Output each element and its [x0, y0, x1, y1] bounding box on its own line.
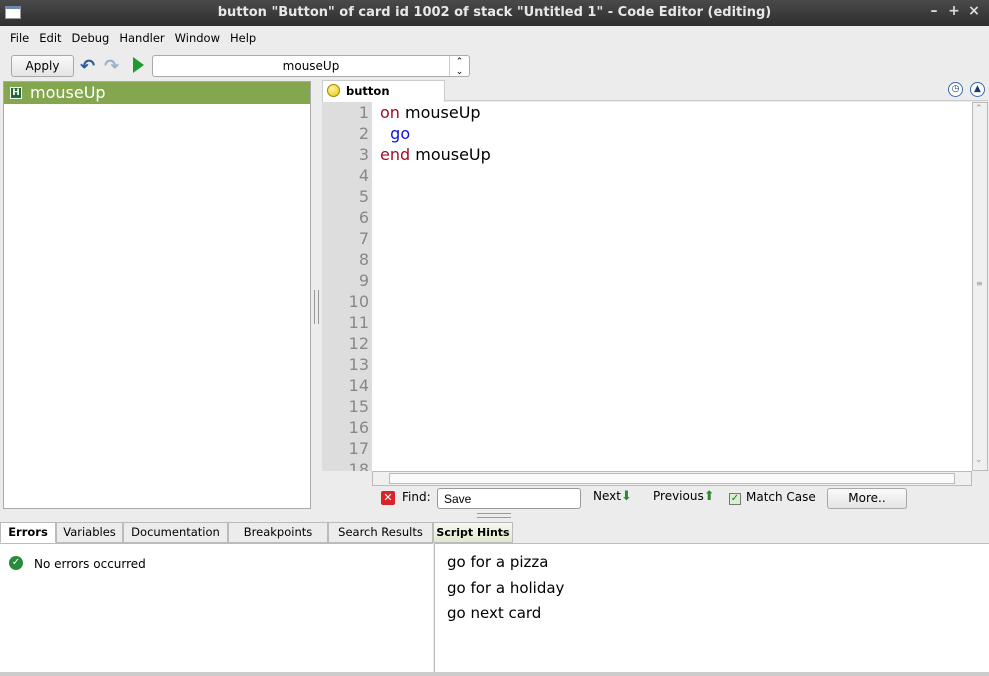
line-number: 8	[358, 250, 369, 269]
keyword-token: end	[380, 145, 411, 164]
code-line[interactable]: go	[380, 123, 972, 144]
menu-window[interactable]: Window	[170, 28, 225, 48]
close-button[interactable]: ×	[966, 3, 982, 23]
line-number: 11	[348, 313, 369, 332]
arrow-down-icon: ⬇	[620, 489, 632, 504]
check-circle-icon: ✓	[9, 556, 23, 570]
horizontal-scroll-thumb[interactable]	[389, 473, 955, 484]
line-number: 12	[348, 334, 369, 353]
undo-icon[interactable]: ↶	[80, 56, 95, 77]
handler-name: mouseUp	[30, 83, 106, 102]
line-number: 18	[348, 460, 369, 471]
editor-tab[interactable]: button "Button"	[322, 80, 445, 118]
title-bar: button "Button" of card id 1002 of stack…	[0, 0, 989, 26]
line-number: 3	[358, 145, 369, 164]
bottom-border	[0, 672, 989, 676]
close-find-icon[interactable]: ✕	[381, 491, 395, 505]
object-status-icon	[327, 84, 340, 97]
find-previous-button[interactable]: Previous⬆	[653, 489, 715, 504]
line-number: 4	[358, 166, 369, 185]
collapse-up-icon[interactable]: ▲	[970, 82, 985, 97]
menu-help[interactable]: Help	[225, 28, 261, 48]
menu-edit[interactable]: Edit	[34, 28, 66, 48]
find-next-button[interactable]: Next⬇	[593, 489, 632, 504]
line-number: 6	[358, 208, 369, 227]
hint-item[interactable]: go next card	[435, 601, 989, 627]
hint-item[interactable]: go for a pizza	[435, 550, 989, 576]
line-number: 15	[348, 397, 369, 416]
line-number-gutter: 1 2 3 4 5 6 7 8 9 10 11 12 13 14 15 16 17 18	[322, 102, 372, 471]
line-number: 16	[348, 418, 369, 437]
tab-documentation[interactable]: Documentation	[123, 522, 228, 543]
tab-errors[interactable]: Errors	[0, 522, 56, 543]
line-number: 17	[348, 439, 369, 458]
menu-debug[interactable]: Debug	[67, 28, 115, 48]
arrow-up-icon: ⬆	[703, 489, 715, 504]
vertical-scrollbar[interactable]: ⌃ ≡ ⌄	[972, 102, 988, 471]
tab-search-results[interactable]: Search Results	[328, 522, 433, 543]
tab-breakpoints[interactable]: Breakpoints	[228, 522, 328, 543]
line-number: 1	[358, 103, 369, 122]
script-hints-panel: go for a pizza go for a holiday go next …	[434, 543, 989, 673]
bottom-tabs: Errors Variables Documentation Breakpoin…	[0, 522, 513, 543]
find-input[interactable]	[437, 488, 581, 509]
match-case-checkbox[interactable]: ✓	[729, 493, 741, 505]
find-next-label: Next	[593, 489, 621, 503]
match-case-label: Match Case	[746, 490, 816, 504]
window-menu-icon[interactable]	[5, 6, 21, 19]
line-number: 9	[358, 271, 369, 290]
command-token: go	[390, 124, 411, 143]
code-token: mouseUp	[410, 145, 491, 164]
handler-list[interactable]: H mouseUp	[3, 81, 311, 509]
menu-handler[interactable]: Handler	[114, 28, 169, 48]
window-title: button "Button" of card id 1002 of stack…	[217, 5, 772, 20]
line-number: 7	[358, 229, 369, 248]
code-line[interactable]: on mouseUp	[380, 102, 972, 123]
handler-select[interactable]: mouseUp ⌃ ⌄	[152, 55, 470, 77]
horizontal-splitter[interactable]	[477, 513, 511, 518]
tab-variables[interactable]: Variables	[56, 522, 123, 543]
history-clock-icon[interactable]: ◷	[948, 82, 963, 97]
chevron-updown-icon: ⌃ ⌄	[449, 56, 469, 77]
code-line[interactable]: end mouseUp	[380, 144, 972, 165]
line-number: 5	[358, 187, 369, 206]
code-area[interactable]: on mouseUp go end mouseUp	[372, 102, 972, 471]
handler-icon: H	[10, 87, 22, 99]
handler-item[interactable]: H mouseUp	[4, 82, 310, 104]
error-message: No errors occurred	[34, 557, 146, 571]
redo-icon[interactable]: ↷	[104, 56, 119, 77]
scroll-down-icon[interactable]: ⌄	[975, 455, 983, 465]
line-number: 13	[348, 355, 369, 374]
menu-bar: File Edit Debug Handler Window Help	[5, 28, 261, 48]
maximize-button[interactable]: +	[946, 3, 962, 23]
code-token: mouseUp	[399, 103, 481, 122]
run-icon[interactable]	[133, 57, 144, 73]
scroll-grip-icon[interactable]: ≡	[976, 279, 983, 288]
line-number: 14	[348, 376, 369, 395]
handler-select-value: mouseUp	[282, 59, 340, 73]
keyword-token: on	[380, 103, 400, 122]
line-number: 2	[358, 124, 369, 143]
line-number: 10	[348, 292, 369, 311]
minimize-button[interactable]: –	[926, 3, 942, 23]
horizontal-scrollbar[interactable]	[372, 471, 972, 486]
scroll-up-icon[interactable]: ⌃	[975, 104, 983, 114]
tab-script-hints[interactable]: Script Hints	[433, 522, 513, 543]
apply-button[interactable]: Apply	[11, 55, 74, 77]
menu-file[interactable]: File	[5, 28, 34, 48]
find-label: Find:	[402, 490, 431, 504]
more-button[interactable]: More..	[827, 488, 907, 509]
hint-item[interactable]: go for a holiday	[435, 576, 989, 602]
find-previous-label: Previous	[653, 489, 704, 503]
vertical-splitter[interactable]	[314, 290, 319, 324]
